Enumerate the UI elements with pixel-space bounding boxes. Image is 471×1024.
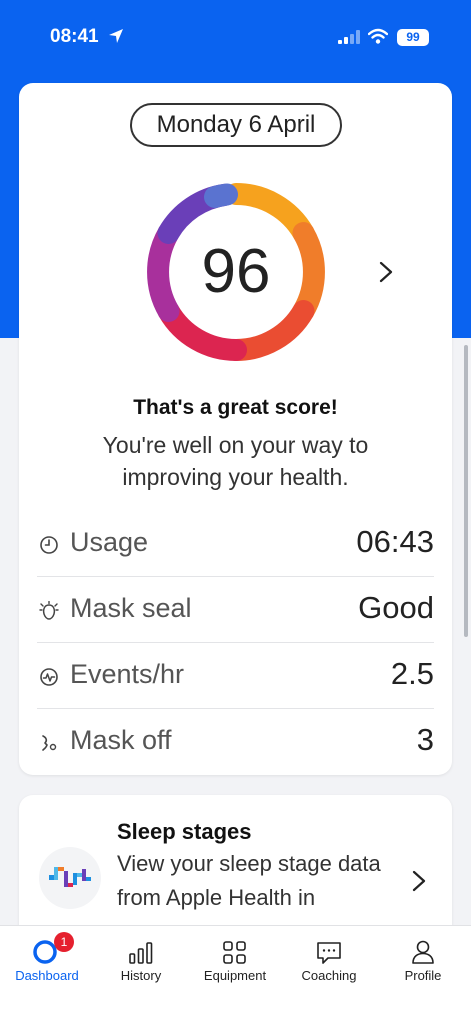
notification-badge: 1 — [54, 932, 74, 952]
metric-label: Events/hr — [70, 659, 185, 689]
metric-mask-seal[interactable]: Mask seal Good — [37, 577, 434, 643]
person-icon — [412, 940, 434, 964]
grid-icon — [223, 941, 246, 964]
metric-label: Mask off — [70, 725, 172, 755]
sleep-stages-title: Sleep stages — [117, 819, 252, 844]
signal-icon — [338, 30, 360, 44]
tab-profile[interactable]: Profile — [376, 926, 470, 996]
scrollbar[interactable] — [464, 345, 468, 637]
metric-events[interactable]: Events/hr 2.5 — [37, 643, 434, 709]
tab-label: History — [120, 968, 162, 983]
dashboard-icon — [33, 940, 57, 964]
tab-coaching[interactable]: Coaching — [282, 926, 376, 996]
tab-history[interactable]: History — [94, 926, 188, 996]
chevron-right-icon[interactable] — [412, 870, 426, 892]
tab-label: Equipment — [203, 968, 267, 983]
metric-label: Mask seal — [70, 593, 192, 623]
metric-label: Usage — [70, 527, 149, 557]
date-selector[interactable]: Monday 6 April — [130, 103, 342, 147]
score-headline: That's a great score! — [133, 396, 338, 419]
tab-label: Profile — [404, 968, 442, 983]
chevron-right-icon[interactable] — [379, 261, 393, 283]
sleep-stages-description: View your sleep stage data from Apple He… — [117, 851, 381, 910]
metric-value: 2.5 — [390, 656, 434, 691]
score-message: You're well on your way to improving you… — [102, 432, 369, 490]
pulse-icon — [40, 668, 58, 686]
status-bar: 08:41 99 — [0, 0, 471, 78]
face-icon — [42, 735, 57, 751]
metric-mask-off[interactable]: Mask off 3 — [37, 709, 434, 775]
tab-label: Coaching — [301, 968, 357, 983]
metric-value: 06:43 — [356, 524, 434, 559]
sleep-stages-logo — [39, 847, 101, 909]
tab-dashboard[interactable]: 1 Dashboard — [0, 926, 94, 996]
metric-value: 3 — [416, 722, 434, 757]
tab-label: Dashboard — [15, 968, 79, 983]
summary-card[interactable]: Monday 6 April 96 That's a great score! … — [19, 83, 452, 775]
status-time: 08:41 — [50, 26, 99, 47]
mask-seal-icon — [39, 601, 59, 620]
sleep-score: 96 — [201, 237, 271, 306]
bar-chart-icon — [129, 942, 153, 964]
wifi-icon — [368, 28, 388, 44]
sleep-stages-icon — [49, 867, 91, 887]
tab-equipment[interactable]: Equipment — [188, 926, 282, 996]
chat-icon — [317, 942, 341, 964]
battery-indicator: 99 — [397, 29, 429, 46]
metric-usage[interactable]: Usage 06:43 — [37, 511, 434, 577]
metric-value: Good — [358, 590, 434, 625]
tab-bar: 1 Dashboard History Equipment Coaching P… — [0, 925, 471, 1024]
location-arrow-icon — [109, 29, 123, 43]
clock-icon — [40, 536, 58, 554]
